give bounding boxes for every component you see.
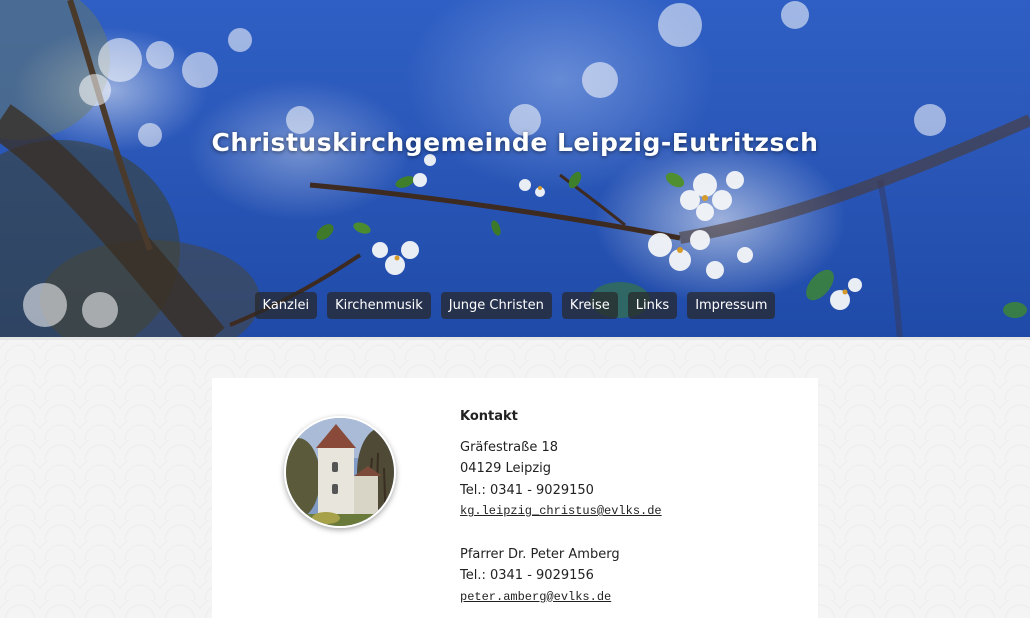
contact-card: Kontakt Gräfestraße 18 04129 Leipzig Tel… bbox=[212, 378, 818, 618]
pastor-name: Pfarrer Dr. Peter Amberg bbox=[460, 546, 620, 562]
blossom-branch-image bbox=[0, 0, 1030, 340]
hero-header: Christuskirchgemeinde Leipzig-Eutritzsch… bbox=[0, 0, 1030, 340]
nav-item-links[interactable]: Links bbox=[627, 292, 678, 319]
pastor-email-link[interactable]: peter.amberg@evlks.de bbox=[460, 587, 662, 609]
contact-street: Gräfestraße 18 bbox=[460, 439, 559, 455]
nav-item-junge-christen[interactable]: Junge Christen bbox=[440, 292, 552, 319]
contact-phone: Tel.: 0341 - 9029150 bbox=[460, 482, 594, 498]
nav-item-kirchenmusik[interactable]: Kirchenmusik bbox=[327, 292, 431, 319]
hero-divider bbox=[0, 337, 1030, 340]
contact-email-link[interactable]: kg.leipzig_christus@evlks.de bbox=[460, 501, 662, 523]
main-nav: Kanzlei Kirchenmusik Junge Christen Krei… bbox=[0, 292, 1030, 319]
nav-item-kanzlei[interactable]: Kanzlei bbox=[254, 292, 318, 319]
site-title: Christuskirchgemeinde Leipzig-Eutritzsch bbox=[211, 128, 819, 157]
pastor-phone: Tel.: 0341 - 9029156 bbox=[460, 568, 594, 583]
contact-heading: Kontakt bbox=[460, 409, 518, 424]
church-photo bbox=[284, 416, 396, 528]
nav-item-kreise[interactable]: Kreise bbox=[561, 292, 618, 319]
contact-city: 04129 Leipzig bbox=[460, 461, 552, 476]
contact-info: Kontakt Gräfestraße 18 04129 Leipzig Tel… bbox=[460, 406, 662, 608]
nav-item-impressum[interactable]: Impressum bbox=[687, 292, 776, 319]
